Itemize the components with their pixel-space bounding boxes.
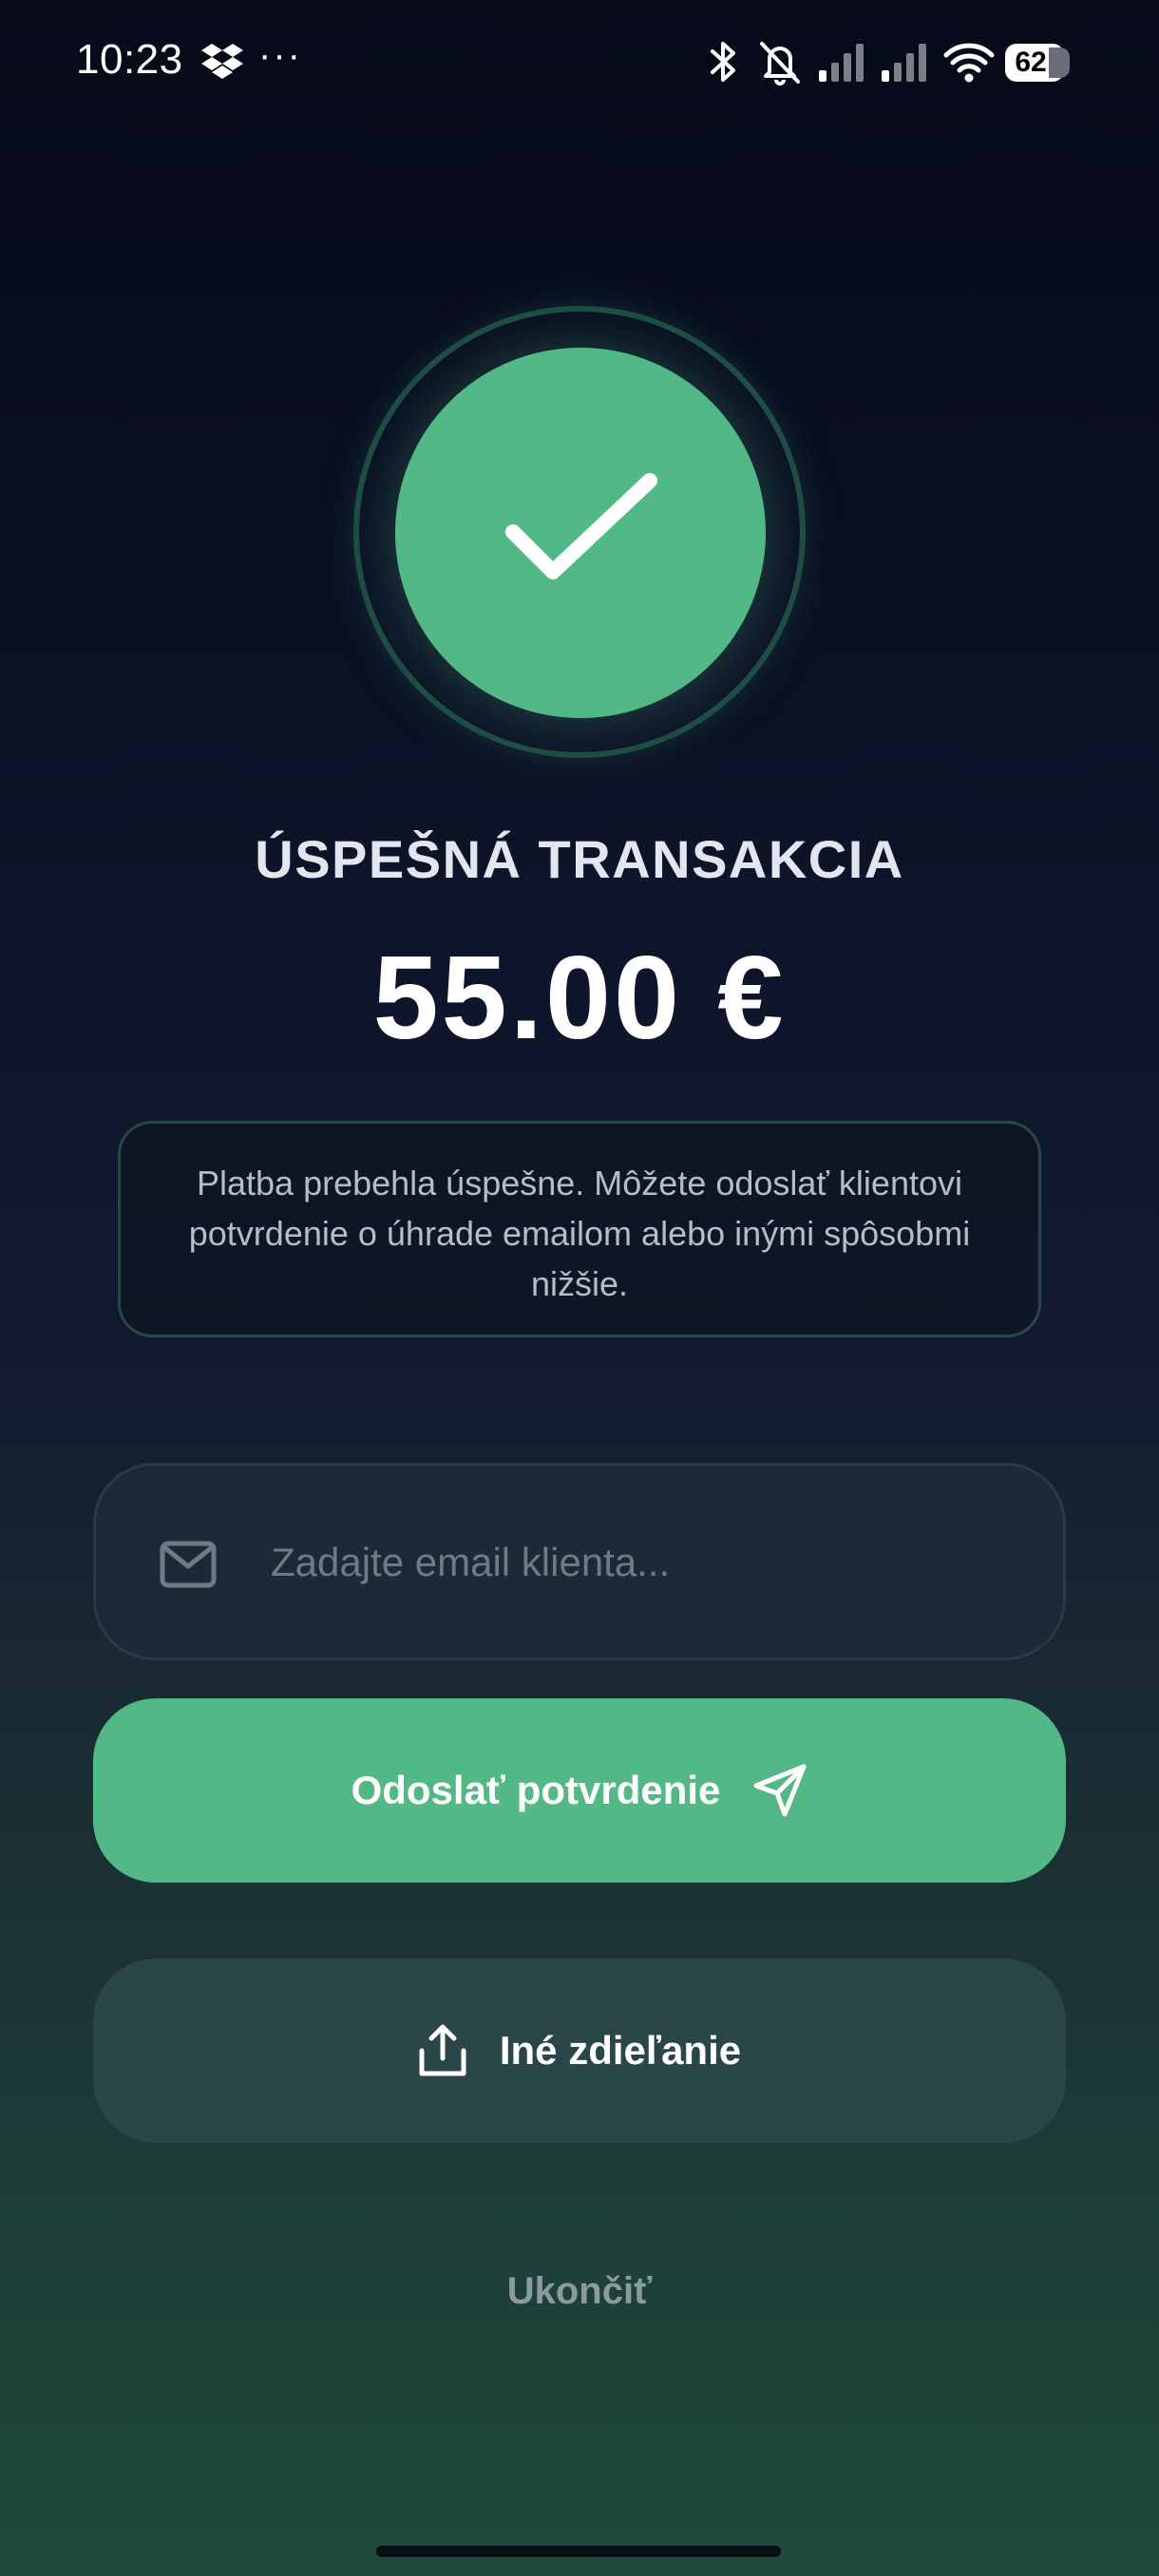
status-more-indicator: ··· bbox=[258, 34, 302, 76]
share-icon bbox=[419, 2024, 466, 2076]
transaction-amount: 55.00 € bbox=[372, 933, 787, 1064]
finish-link[interactable]: Ukončiť bbox=[0, 2270, 1159, 2313]
mail-icon bbox=[160, 1541, 217, 1588]
other-sharing-button[interactable]: Iné zdieľanie bbox=[93, 1959, 1066, 2143]
status-time: 10:23 bbox=[76, 36, 183, 83]
send-confirmation-button[interactable]: Odoslať potvrdenie bbox=[93, 1698, 1066, 1883]
home-indicator[interactable] bbox=[376, 2546, 781, 2557]
send-icon bbox=[753, 1764, 807, 1817]
signal-icon bbox=[819, 44, 864, 82]
checkmark-icon bbox=[505, 473, 657, 579]
transaction-status-title: ÚSPEŠNÁ TRANSAKCIA bbox=[255, 829, 904, 889]
info-message-text: Platba prebehla úspešne. Môžete odoslať … bbox=[188, 1164, 971, 1303]
dropbox-icon bbox=[201, 44, 243, 79]
other-sharing-label: Iné zdieľanie bbox=[499, 2028, 742, 2073]
info-message-box: Platba prebehla úspešne. Môžete odoslať … bbox=[118, 1121, 1041, 1337]
battery-level: 62 bbox=[1015, 47, 1047, 78]
bell-muted-icon bbox=[760, 42, 800, 85]
bluetooth-icon bbox=[711, 42, 735, 82]
email-input[interactable] bbox=[271, 1523, 1031, 1602]
battery-icon: 62 bbox=[1005, 44, 1072, 82]
signal-icon bbox=[882, 44, 926, 82]
status-bar: 10:23 ··· 62 bbox=[0, 0, 1159, 123]
wifi-icon bbox=[943, 43, 995, 83]
email-field[interactable] bbox=[93, 1463, 1066, 1660]
send-confirmation-label: Odoslať potvrdenie bbox=[351, 1768, 721, 1812]
